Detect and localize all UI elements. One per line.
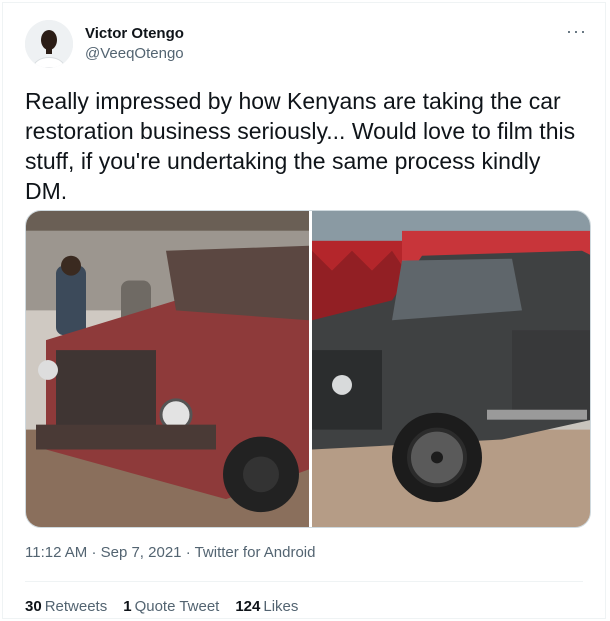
retweets-label: Retweets [44,598,108,615]
meta-separator: · [91,544,97,561]
retweets-stat[interactable]: 30 Retweets [25,598,107,615]
meta-separator: · [185,544,191,561]
more-options-icon[interactable]: ··· [566,21,587,42]
tweet-text: Really impressed by how Kenyans are taki… [25,88,576,204]
avatar[interactable] [25,20,73,68]
retweets-count: 30 [25,598,42,615]
author-name[interactable]: Victor Otengo [85,25,184,42]
author-handle[interactable]: @VeeqOtengo [85,45,184,62]
tweet-date[interactable]: Sep 7, 2021 [101,544,182,561]
tweet-stats: 30 Retweets 1 Quote Tweet 124 Likes [25,598,298,615]
quote-tweets-label: Quote Tweet [134,598,220,615]
media-grid[interactable] [25,210,591,528]
tweet-card: Victor Otengo @VeeqOtengo ··· Really imp… [2,2,606,619]
quote-tweets-count: 1 [123,598,132,615]
quote-tweets-stat[interactable]: 1 Quote Tweet [123,598,219,615]
likes-label: Likes [263,598,299,615]
tweet-meta: 11:12 AM · Sep 7, 2021 · Twitter for And… [25,544,315,561]
photo-after-restoration[interactable] [312,211,590,527]
photo-before-restoration[interactable] [26,211,309,527]
tweet-source[interactable]: Twitter for Android [195,544,316,561]
divider [25,581,583,582]
tweet-time[interactable]: 11:12 AM [25,544,87,561]
likes-count: 124 [235,598,261,615]
likes-stat[interactable]: 124 Likes [235,598,298,615]
